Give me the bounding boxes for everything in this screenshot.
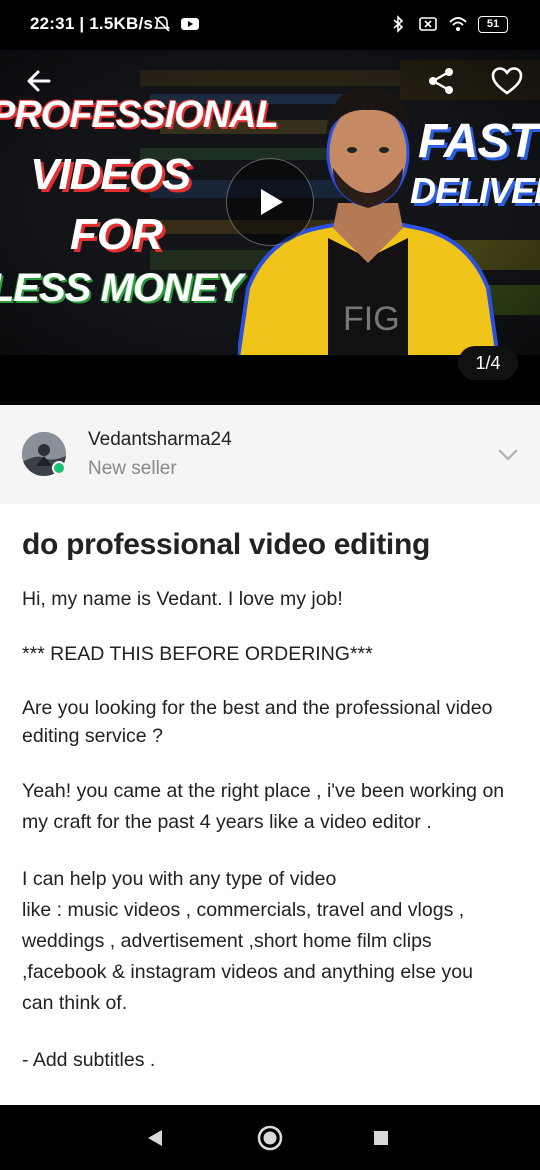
description-paragraph: Are you looking for the best and the pro… (22, 697, 493, 747)
arrow-left-icon (27, 70, 51, 92)
description-paragraph: I can help you with any type of video (22, 868, 337, 890)
nav-home-icon (257, 1125, 283, 1151)
gig-thumbnail: FIG PROFESSIONAL VIDEOS FOR LESS MONEY F… (0, 50, 540, 355)
thumbnail-text-professional: PROFESSIONAL (0, 94, 279, 136)
gig-details: do professional video editing Hi, my nam… (0, 504, 540, 1105)
nav-recents-icon (374, 1131, 388, 1145)
share-button[interactable] (424, 64, 458, 98)
thumbnail-text-for: FOR (70, 210, 163, 259)
wifi-icon (449, 17, 467, 31)
thumbnail-text-deliver: DELIVER (410, 170, 540, 211)
status-bar: 22:31 | 1.5KB/s 51 (0, 0, 540, 50)
notifications-muted-icon (153, 16, 171, 32)
play-button[interactable] (226, 158, 314, 246)
seller-row[interactable]: Vedantsharma24 New seller (0, 405, 540, 504)
thumbnail-text-videos: VIDEOS (30, 150, 191, 199)
seller-name[interactable]: Vedantsharma24 (88, 429, 232, 451)
description-paragraph: Yeah! you came at the right place , i've… (22, 780, 505, 833)
favorite-button[interactable] (490, 64, 524, 98)
nav-home-button[interactable] (255, 1123, 285, 1153)
gig-description: Hi, my name is Vedant. I love my job! **… (22, 584, 522, 1076)
shirt-text: FIG (343, 300, 400, 338)
thumbnail-text-less-money: LESS MONEY (0, 266, 243, 310)
thumbnail-text-fast: FAST (418, 115, 538, 168)
description-paragraph: Hi, my name is Vedant. I love my job! (22, 588, 343, 610)
system-navigation-bar (0, 1105, 540, 1170)
seller-level: New seller (88, 458, 177, 479)
play-icon (261, 189, 283, 215)
page-counter-text: 1/4 (475, 352, 501, 373)
share-icon (429, 68, 453, 94)
description-paragraph: like : music videos , commercials, trave… (22, 899, 473, 1014)
youtube-icon (181, 18, 199, 30)
no-sim-icon (419, 17, 437, 31)
description-paragraph: - Add subtitles . (22, 1049, 156, 1071)
status-time: 22:31 | 1.5KB/s (30, 14, 154, 33)
description-paragraph: *** READ THIS BEFORE ORDERING*** (22, 643, 373, 665)
battery-icon: 51 (478, 15, 508, 33)
bluetooth-icon (393, 15, 404, 33)
nav-back-icon (148, 1130, 162, 1146)
heart-icon (491, 67, 523, 95)
gig-title: do professional video editing (22, 528, 431, 561)
back-button[interactable] (22, 64, 56, 98)
online-status-dot (52, 461, 66, 475)
chevron-down-icon[interactable] (496, 443, 520, 467)
nav-recents-button[interactable] (366, 1123, 396, 1153)
gig-media-carousel[interactable]: FIG PROFESSIONAL VIDEOS FOR LESS MONEY F… (0, 50, 540, 405)
carousel-page-counter: 1/4 (458, 346, 518, 380)
battery-level: 51 (486, 18, 500, 30)
nav-back-button[interactable] (140, 1123, 170, 1153)
